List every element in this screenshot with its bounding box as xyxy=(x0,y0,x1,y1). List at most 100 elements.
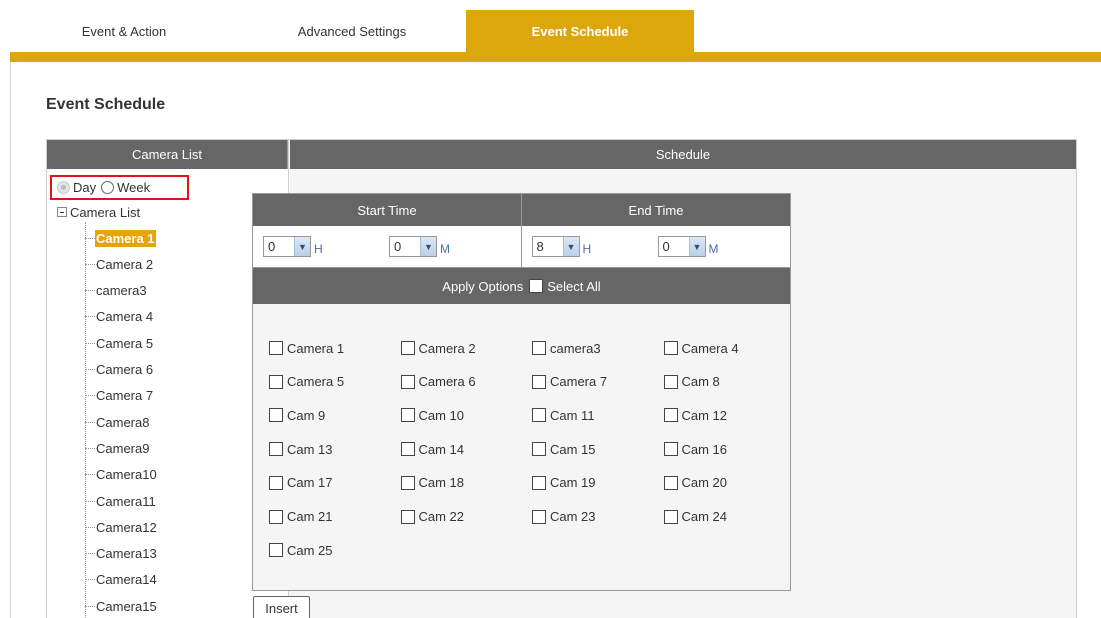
camera-checkbox[interactable] xyxy=(400,475,415,490)
camera-checkbox[interactable] xyxy=(532,374,546,389)
camera-checkbox-label: Cam 17 xyxy=(287,475,333,491)
tree-root[interactable]: Camera List xyxy=(57,203,140,221)
collapse-icon[interactable] xyxy=(57,207,67,217)
end-minute-select[interactable]: 0 ▼ xyxy=(657,236,706,257)
start-minute-select[interactable]: 0 ▼ xyxy=(389,236,437,257)
end-time-header: End Time xyxy=(628,202,684,218)
camera-checkbox-item[interactable]: Cam 10 xyxy=(400,406,464,424)
tree-item[interactable]: Camera 4 xyxy=(85,307,154,327)
camera-checkbox-item[interactable]: Camera 4 xyxy=(663,339,739,357)
camera-checkbox[interactable] xyxy=(269,442,283,457)
camera-checkbox[interactable] xyxy=(400,442,415,457)
tree-item[interactable]: Camera11 xyxy=(85,491,157,511)
tab-event-schedule[interactable]: Event Schedule xyxy=(466,10,694,52)
camera-checkbox[interactable] xyxy=(400,341,415,355)
tab-advanced-settings[interactable]: Advanced Settings xyxy=(238,10,466,52)
camera-checkbox[interactable] xyxy=(663,374,678,389)
tree-item[interactable]: camera3 xyxy=(85,281,148,301)
tree-item[interactable]: Camera 6 xyxy=(85,360,154,380)
start-hour-select[interactable]: 0 ▼ xyxy=(263,236,311,257)
end-hour-select[interactable]: 8 ▼ xyxy=(531,236,580,257)
camera-checkbox-item[interactable]: Cam 15 xyxy=(532,440,596,458)
camera-checkbox-item[interactable]: Camera 2 xyxy=(400,339,476,357)
camera-checkbox[interactable] xyxy=(269,341,283,355)
tree-item-label: Camera 6 xyxy=(96,362,154,377)
start-time-fields: 0 ▼ H 0 ▼ M xyxy=(253,226,522,267)
tree-item[interactable]: Camera13 xyxy=(85,544,158,564)
camera-checkbox-item[interactable]: Cam 22 xyxy=(400,508,464,526)
tree-item-label: Camera 2 xyxy=(96,256,154,272)
tree-item[interactable]: Camera14 xyxy=(85,570,158,590)
camera-checkbox[interactable] xyxy=(532,442,546,457)
tab-event-action[interactable]: Event & Action xyxy=(10,10,238,52)
tree-item[interactable]: Camera 2 xyxy=(85,254,154,274)
tree-item[interactable]: Camera 7 xyxy=(85,386,154,406)
camera-checkbox-item[interactable]: Cam 24 xyxy=(663,508,727,526)
camera-checkbox[interactable] xyxy=(663,475,678,490)
day-radio[interactable] xyxy=(57,181,70,194)
tree-item-label: Camera 5 xyxy=(96,335,154,351)
camera-checkbox[interactable] xyxy=(269,543,283,558)
tree-item-label: Camera13 xyxy=(96,546,157,562)
camera-checkbox[interactable] xyxy=(532,475,546,490)
camera-checkbox-label: Camera 2 xyxy=(418,340,476,356)
camera-checkbox[interactable] xyxy=(400,408,415,423)
tree-item-label: Camera 7 xyxy=(96,388,154,404)
schedule-panel: Start Time End Time 0 ▼ H 0 ▼ M 8 ▼ H 0 ▼ M … xyxy=(252,193,791,591)
tree-item[interactable]: Camera 1 xyxy=(85,228,156,248)
camera-checkbox-item[interactable]: Cam 21 xyxy=(269,508,333,526)
tree-item[interactable]: Camera10 xyxy=(85,465,158,485)
camera-checkbox[interactable] xyxy=(663,408,678,423)
tree-connector xyxy=(85,421,95,423)
camera-checkbox-item[interactable]: Cam 16 xyxy=(663,440,727,458)
camera-checkbox[interactable] xyxy=(663,442,678,457)
camera-checkbox[interactable] xyxy=(400,509,415,524)
camera-checkbox[interactable] xyxy=(269,475,283,490)
tree-item-label: Camera12 xyxy=(96,519,157,535)
camera-checkbox-item[interactable]: Camera 5 xyxy=(269,373,344,391)
camera-checkbox-item[interactable]: Cam 19 xyxy=(532,474,596,492)
camera-checkbox-item[interactable]: camera3 xyxy=(532,339,601,357)
day-label: Day xyxy=(73,180,97,195)
camera-checkbox[interactable] xyxy=(663,509,678,524)
camera-checkbox-label: Camera 7 xyxy=(550,374,608,390)
end-minute-value: 0 xyxy=(662,239,670,254)
tree-item-label: Camera8 xyxy=(96,414,150,430)
camera-checkbox[interactable] xyxy=(532,509,546,524)
camera-checkbox-item[interactable]: Cam 8 xyxy=(663,373,720,391)
camera-checkbox-item[interactable]: Cam 20 xyxy=(663,474,727,492)
tree-item[interactable]: Camera15 xyxy=(85,596,158,616)
camera-checkbox-item[interactable]: Cam 12 xyxy=(663,406,727,424)
camera-checkbox-item[interactable]: Cam 13 xyxy=(269,440,333,458)
camera-checkbox-label: Cam 23 xyxy=(550,509,596,524)
camera-checkbox-item[interactable]: Cam 17 xyxy=(269,474,333,492)
camera-checkbox[interactable] xyxy=(663,341,678,355)
camera-checkbox-item[interactable]: Camera 7 xyxy=(532,373,607,391)
camera-checkbox-item[interactable]: Cam 14 xyxy=(400,440,464,458)
hour-unit: H xyxy=(314,241,323,256)
week-radio[interactable] xyxy=(101,181,115,194)
camera-checkbox-item[interactable]: Camera 6 xyxy=(400,373,476,391)
camera-checkbox[interactable] xyxy=(269,374,283,389)
camera-checkbox[interactable] xyxy=(269,408,283,423)
camera-checkbox-label: Cam 11 xyxy=(550,407,595,423)
camera-checkbox-item[interactable]: Cam 18 xyxy=(400,474,464,492)
camera-checkbox-item[interactable]: Camera 1 xyxy=(269,339,344,357)
camera-checkbox-item[interactable]: Cam 23 xyxy=(532,508,596,526)
camera-checkbox[interactable] xyxy=(269,509,283,524)
insert-button[interactable]: Insert xyxy=(253,596,310,618)
camera-checkbox[interactable] xyxy=(400,374,415,389)
camera-checkbox-label: Cam 9 xyxy=(287,407,326,423)
tree-item[interactable]: Camera 5 xyxy=(85,333,154,353)
camera-checkbox[interactable] xyxy=(532,341,546,355)
camera-checkbox-item[interactable]: Cam 9 xyxy=(269,406,325,424)
camera-checkbox[interactable] xyxy=(532,408,546,423)
select-all-checkbox[interactable] xyxy=(529,279,544,293)
camera-checkbox-item[interactable]: Cam 11 xyxy=(532,406,595,424)
tree-item[interactable]: Camera9 xyxy=(85,438,150,458)
camera-checkbox-item[interactable]: Cam 25 xyxy=(269,541,333,559)
tree-item[interactable]: Camera12 xyxy=(85,517,158,537)
camera-checkbox-label: Cam 15 xyxy=(550,441,596,457)
tree-item[interactable]: Camera8 xyxy=(85,412,150,432)
tree-connector xyxy=(85,474,95,476)
